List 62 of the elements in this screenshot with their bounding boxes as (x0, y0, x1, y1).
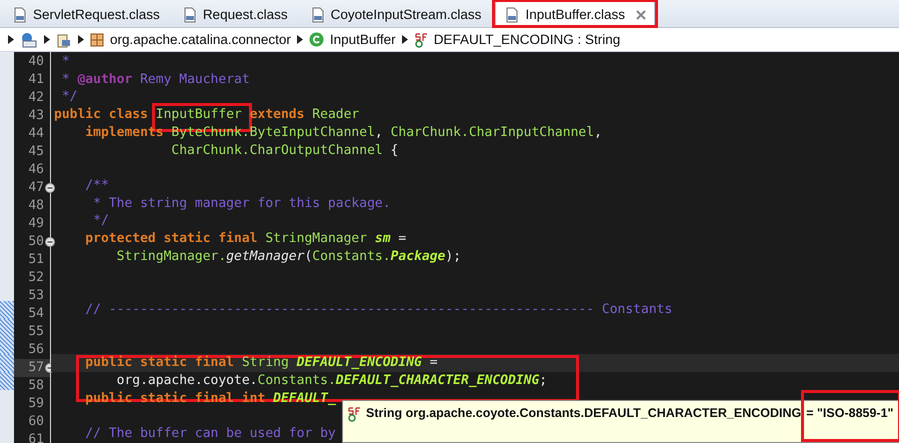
code-line: // -------------------------------------------------------------- Constants (84, 301, 674, 320)
class-icon[interactable] (308, 32, 324, 47)
package-icon[interactable] (90, 32, 104, 46)
line-number: 59 (27, 395, 45, 413)
fold-icon[interactable] (45, 183, 55, 193)
line-number: 43 (27, 107, 45, 125)
line-number: 46 (27, 161, 45, 179)
editor-tab[interactable]: CoyoteInputStream.class (302, 2, 490, 27)
line-number: 41 (27, 71, 45, 89)
tooltip-value: = "ISO-8859-1" (806, 406, 894, 420)
line-number: 51 (27, 251, 45, 269)
arrow-right-icon (8, 35, 14, 44)
class-file-icon (310, 6, 326, 22)
breadcrumb-item[interactable]: org.apache.catalina.connector (110, 32, 291, 47)
line-number: 54 (27, 305, 45, 323)
line-number: 61 (27, 431, 45, 443)
code-line: StringManager.getManager(Constants.Package); (116, 248, 462, 266)
tooltip-text: String org.apache.coyote.Constants.DEFAULT_CHARACTER_ENCODING (366, 406, 802, 420)
code-line: implements ByteChunk.ByteInputChannel, CharChunk.CharInputChannel, (84, 124, 603, 142)
code-line: * The string manager for this package. (92, 194, 392, 213)
code-line: CharChunk.CharOutputChannel { (170, 142, 400, 160)
project-icon[interactable] (20, 32, 38, 48)
editor-tab[interactable]: Request.class (174, 2, 296, 27)
code-line: /** (84, 177, 110, 195)
breadcrumb-item[interactable]: InputBuffer (330, 32, 396, 47)
class-file-icon (182, 6, 198, 22)
line-number: 57 (14, 359, 50, 377)
breadcrumb-item[interactable]: DEFAULT_ENCODING : String (434, 32, 620, 47)
editor-tab[interactable]: ServletRequest.class (4, 2, 168, 27)
line-number: 60 (27, 413, 45, 431)
line-number: 47 (14, 179, 50, 197)
line-number: 45 (27, 143, 45, 161)
line-number: 56 (27, 341, 45, 359)
line-number: 40 (27, 53, 45, 71)
line-number: 55 (27, 323, 45, 341)
static-field-icon[interactable] (347, 406, 361, 422)
editor-tab[interactable]: InputBuffer.class (495, 1, 655, 27)
class-file-icon (504, 6, 520, 22)
class-file-icon (12, 6, 28, 22)
code-line: * @author Remy Maucherat (60, 70, 251, 88)
arrow-right-icon (44, 35, 50, 44)
fold-icon[interactable] (45, 237, 55, 247)
code-line: protected static final StringManager sm = (84, 230, 408, 248)
line-number: 50 (14, 233, 50, 251)
line-number: 44 (27, 125, 45, 143)
line-number: 52 (27, 269, 45, 287)
code-line: // The buffer can be used for by (84, 425, 337, 443)
line-number: 48 (27, 197, 45, 215)
arrow-right-icon (78, 35, 84, 44)
line-number: 53 (27, 287, 45, 305)
arrow-right-icon (402, 35, 408, 44)
code-line: */ (92, 212, 110, 230)
code-line: org.apache.coyote.Constants.DEFAULT_CHARACTER_ENCODING; (116, 372, 548, 390)
static-field-icon[interactable] (414, 32, 428, 48)
close-icon[interactable] (636, 10, 646, 20)
jar-icon[interactable] (56, 32, 72, 48)
line-number: 58 (27, 377, 45, 395)
line-number: 49 (27, 215, 45, 233)
code-line: * (60, 53, 71, 71)
arrow-right-icon (296, 35, 303, 44)
code-line: */ (60, 88, 78, 106)
line-number: 42 (27, 89, 45, 107)
